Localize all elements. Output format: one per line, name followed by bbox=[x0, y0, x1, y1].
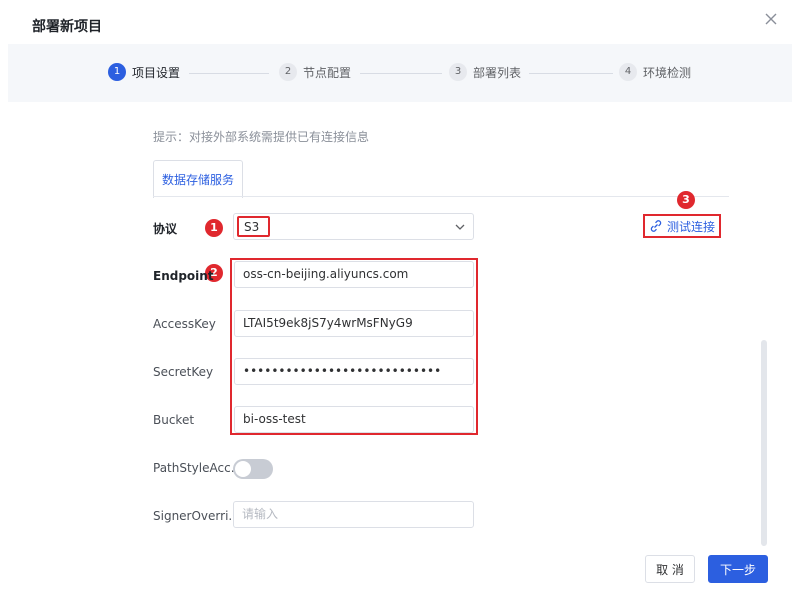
step-number: 1 bbox=[108, 63, 126, 81]
next-button[interactable]: 下一步 bbox=[708, 555, 768, 583]
step-connector bbox=[360, 73, 442, 74]
signer-override-label: SignerOverri... bbox=[153, 509, 240, 523]
close-icon[interactable] bbox=[762, 10, 780, 28]
path-style-label: PathStyleAcc... bbox=[153, 461, 243, 475]
access-key-field[interactable]: LTAI5t9ek8jS7y4wrMsFNyG9 bbox=[234, 310, 474, 337]
test-connection-button[interactable]: 测试连接 bbox=[643, 214, 721, 238]
hint-text: 提示：对接外部系统需提供已有连接信息 bbox=[153, 130, 370, 144]
cancel-button[interactable]: 取 消 bbox=[645, 555, 695, 583]
step-connector bbox=[529, 73, 613, 74]
endpoint-field[interactable]: oss-cn-beijing.aliyuncs.com bbox=[234, 261, 474, 288]
secret-key-label: SecretKey bbox=[153, 365, 214, 379]
endpoint-label: Endpoint bbox=[153, 269, 214, 283]
step-project-settings[interactable]: 1 项目设置 bbox=[108, 62, 180, 82]
steps-bar: 1 项目设置 2 节点配置 3 部署列表 4 环境检测 bbox=[8, 44, 792, 102]
step-label: 环境检测 bbox=[643, 65, 692, 80]
chevron-down-icon bbox=[455, 224, 465, 230]
link-icon bbox=[650, 220, 662, 232]
bucket-label: Bucket bbox=[153, 413, 195, 427]
protocol-value: S3 bbox=[237, 216, 270, 237]
step-label: 节点配置 bbox=[303, 65, 352, 80]
vertical-scrollbar[interactable] bbox=[761, 340, 767, 546]
step-number: 2 bbox=[279, 63, 297, 81]
step-number: 3 bbox=[449, 63, 467, 81]
step-number: 4 bbox=[619, 63, 637, 81]
tab-divider bbox=[153, 196, 729, 197]
protocol-label: 协议 bbox=[153, 222, 178, 236]
dialog-title: 部署新项目 bbox=[32, 19, 102, 35]
secret-key-field[interactable]: •••••••••••••••••••••••••••• bbox=[234, 358, 474, 385]
tab-data-storage[interactable]: 数据存储服务 bbox=[153, 160, 243, 198]
signer-override-field[interactable]: 请输入 bbox=[233, 501, 474, 528]
annotation-badge-1: 1 bbox=[205, 219, 223, 237]
annotation-badge-3: 3 bbox=[677, 191, 695, 209]
toggle-knob bbox=[235, 461, 251, 477]
step-deploy-list[interactable]: 3 部署列表 bbox=[449, 62, 521, 82]
step-label: 部署列表 bbox=[473, 65, 522, 80]
protocol-select[interactable]: S3 bbox=[233, 213, 474, 240]
test-connection-label: 测试连接 bbox=[666, 219, 715, 234]
step-env-check[interactable]: 4 环境检测 bbox=[619, 62, 691, 82]
access-key-label: AccessKey bbox=[153, 317, 216, 331]
path-style-toggle[interactable] bbox=[233, 459, 273, 479]
dialog-header: 部署新项目 bbox=[0, 0, 800, 44]
step-label: 项目设置 bbox=[132, 65, 181, 80]
step-connector bbox=[189, 73, 269, 74]
bucket-field[interactable]: bi-oss-test bbox=[234, 406, 474, 433]
step-node-config[interactable]: 2 节点配置 bbox=[279, 62, 351, 82]
